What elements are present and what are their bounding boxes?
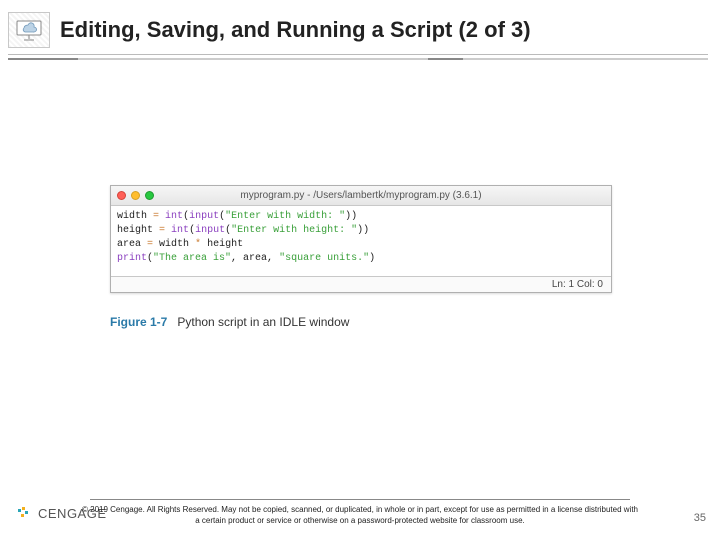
code-area: width = int(input("Enter with width: "))…	[111, 206, 611, 276]
page-number: 35	[694, 512, 706, 524]
title-divider	[8, 54, 708, 68]
idle-titlebar: myprogram.py - /Users/lambertk/myprogram…	[111, 186, 611, 206]
page-title: Editing, Saving, and Running a Script (2…	[60, 17, 531, 43]
figure-label: Figure 1-7	[110, 315, 167, 329]
slide-icon	[8, 12, 50, 48]
copyright-text: © 2019 Cengage. All Rights Reserved. May…	[80, 504, 640, 526]
footer-divider	[90, 499, 630, 500]
idle-window-title: myprogram.py - /Users/lambertk/myprogram…	[111, 190, 611, 201]
figure-caption: Figure 1-7 Python script in an IDLE windo…	[110, 315, 612, 329]
idle-window: myprogram.py - /Users/lambertk/myprogram…	[110, 185, 612, 293]
figure-text: Python script in an IDLE window	[177, 315, 349, 329]
idle-statusbar: Ln: 1 Col: 0	[111, 276, 611, 292]
